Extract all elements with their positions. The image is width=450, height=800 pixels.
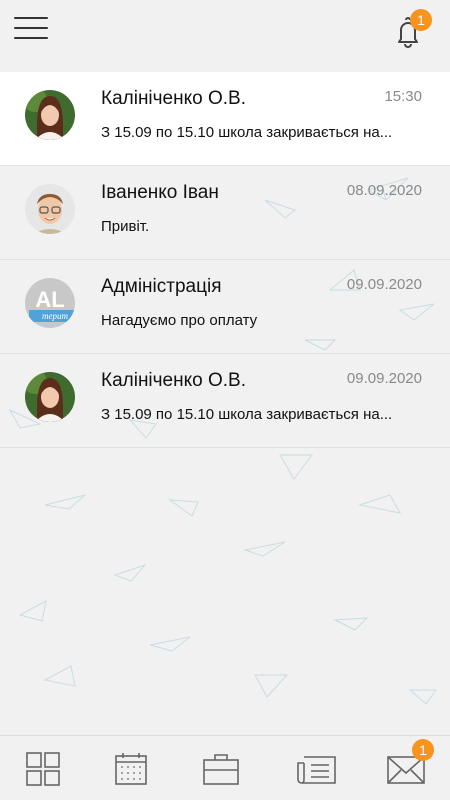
message-preview: Нагадуємо про оплату xyxy=(101,312,258,329)
boy-photo-avatar xyxy=(25,184,75,234)
nav-news-button[interactable] xyxy=(297,752,336,786)
sender-name: Калініченко О.В. xyxy=(101,370,246,391)
sender-name: Калініченко О.В. xyxy=(101,88,246,109)
message-list: Калініченко О.В. 15:30 З 15.09 по 15.10 … xyxy=(0,72,450,448)
dashboard-icon xyxy=(26,752,60,786)
menu-line xyxy=(14,27,48,29)
message-preview: З 15.09 по 15.10 школа закривається на..… xyxy=(101,124,393,141)
nav-briefcase-button[interactable] xyxy=(203,752,239,786)
avatar: AL терит xyxy=(25,278,75,328)
woman-photo-avatar xyxy=(25,90,75,140)
menu-line xyxy=(14,17,48,19)
al-logo-avatar: AL терит xyxy=(25,278,75,328)
hamburger-menu-button[interactable] xyxy=(14,17,48,43)
mail-badge: 1 xyxy=(412,739,434,761)
nav-calendar-button[interactable] xyxy=(113,752,149,786)
message-time: 15:30 xyxy=(384,88,422,105)
newspaper-icon xyxy=(297,756,336,784)
avatar xyxy=(25,372,75,422)
avatar xyxy=(25,90,75,140)
notifications-button[interactable]: 1 xyxy=(390,9,432,50)
bottom-navigation: 1 xyxy=(0,735,450,800)
message-time: 08.09.2020 xyxy=(346,182,422,199)
notification-badge: 1 xyxy=(410,9,432,31)
avatar xyxy=(25,184,75,234)
message-row[interactable]: Калініченко О.В. 09.09.2020 З 15.09 по 1… xyxy=(0,354,450,448)
al-logo-subtext: терит xyxy=(42,311,68,321)
sender-name: Іваненко Іван xyxy=(101,182,219,203)
message-preview: З 15.09 по 15.10 школа закривається на..… xyxy=(101,406,393,423)
woman-photo-avatar xyxy=(25,372,75,422)
message-time: 09.09.2020 xyxy=(346,276,422,293)
message-row[interactable]: AL терит Адміністрація 09.09.2020 Нагаду… xyxy=(0,260,450,354)
calendar-icon xyxy=(115,753,147,785)
menu-line xyxy=(14,37,48,39)
message-time: 09.09.2020 xyxy=(346,370,422,387)
nav-dashboard-button[interactable] xyxy=(25,752,61,786)
message-preview: Привіт. xyxy=(101,218,150,235)
sender-name: Адміністрація xyxy=(101,276,222,297)
top-bar: 1 xyxy=(0,0,450,66)
al-logo-text: AL xyxy=(35,287,64,312)
message-row[interactable]: Калініченко О.В. 15:30 З 15.09 по 15.10 … xyxy=(0,72,450,166)
nav-messages-button[interactable]: 1 xyxy=(386,739,434,786)
briefcase-icon xyxy=(203,754,239,785)
message-row[interactable]: Іваненко Іван 08.09.2020 Привіт. xyxy=(0,166,450,260)
